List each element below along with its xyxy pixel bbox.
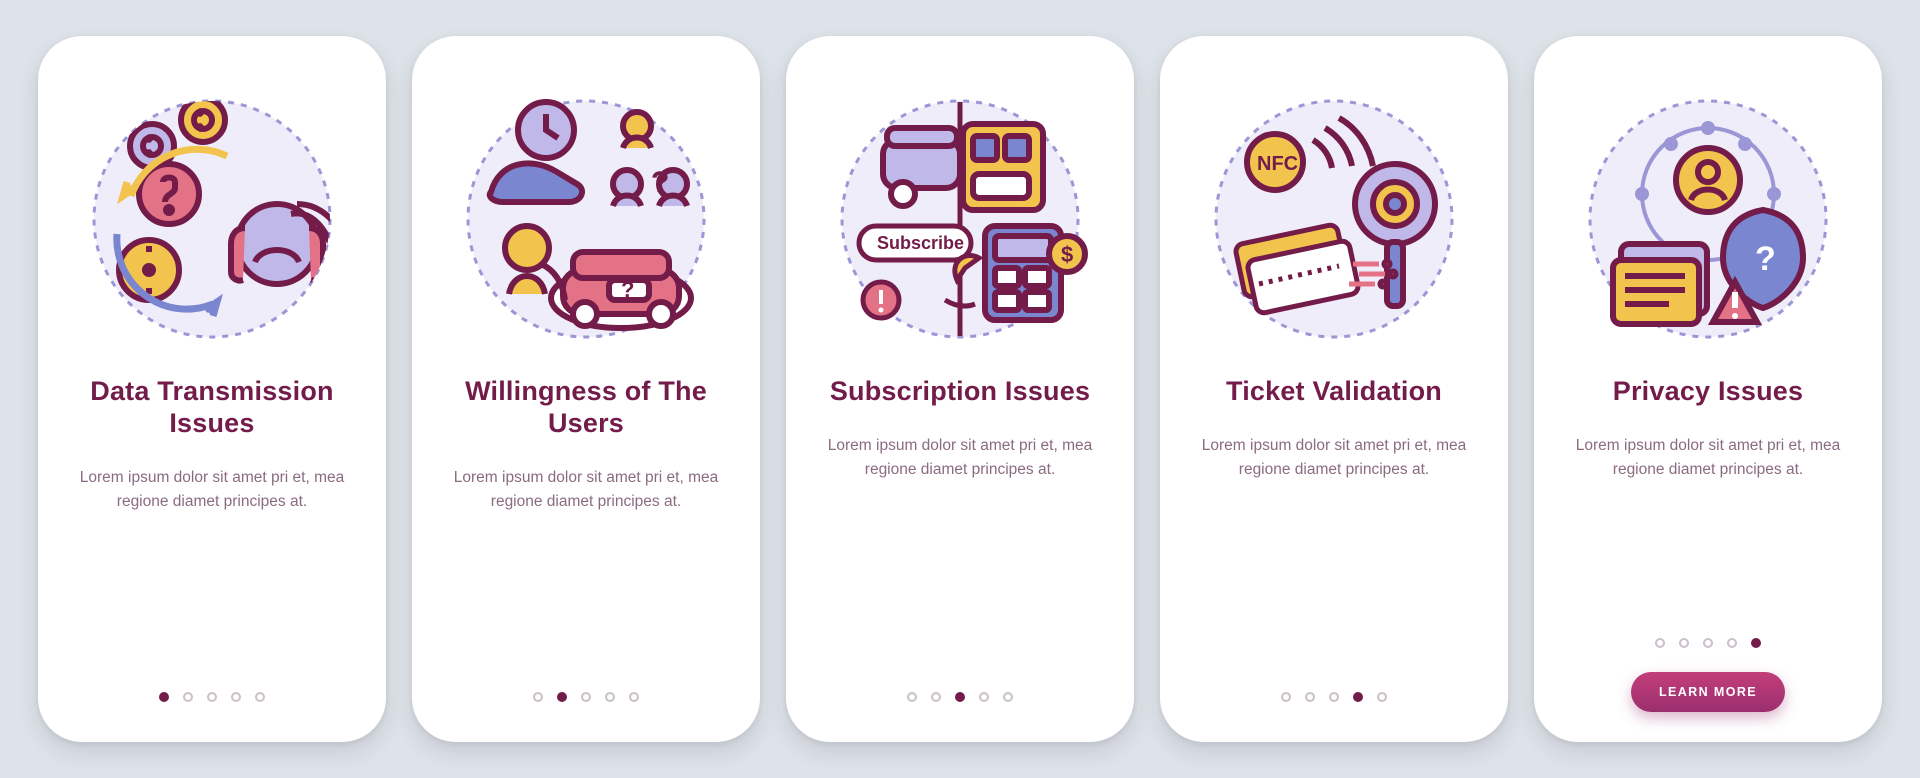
svg-text:?: ? bbox=[621, 277, 634, 302]
pager bbox=[907, 692, 1013, 712]
slide-body: Lorem ipsum dolor sit amet pri et, mea r… bbox=[446, 466, 726, 540]
pager-dot[interactable] bbox=[1679, 638, 1689, 648]
onboarding-card-3: Subscribe $ bbox=[786, 36, 1134, 742]
pager-dot[interactable] bbox=[1655, 638, 1665, 648]
pager bbox=[533, 692, 639, 712]
slide-body: Lorem ipsum dolor sit amet pri et, mea r… bbox=[72, 466, 352, 540]
pager-dot[interactable] bbox=[255, 692, 265, 702]
slide-title: Privacy Issues bbox=[1613, 376, 1803, 408]
illustration-user-willingness: ? ? bbox=[451, 84, 721, 354]
svg-text:?: ? bbox=[1755, 240, 1776, 278]
onboarding-card-5: ? Privacy Issues Lorem ipsum dolor sit a… bbox=[1534, 36, 1882, 742]
pager bbox=[1281, 692, 1387, 712]
pager-dot[interactable] bbox=[1377, 692, 1387, 702]
svg-text:$: $ bbox=[1061, 242, 1073, 267]
onboarding-row: Data Transmission Issues Lorem ipsum dol… bbox=[38, 36, 1882, 742]
slide-title: Ticket Validation bbox=[1226, 376, 1442, 408]
pager-dot[interactable] bbox=[1003, 692, 1013, 702]
pager-dot[interactable] bbox=[1281, 692, 1291, 702]
pager-dot[interactable] bbox=[979, 692, 989, 702]
slide-body: Lorem ipsum dolor sit amet pri et, mea r… bbox=[1568, 434, 1848, 508]
pager-dot[interactable] bbox=[605, 692, 615, 702]
pager-dot[interactable] bbox=[231, 692, 241, 702]
illustration-privacy: ? bbox=[1573, 84, 1843, 354]
onboarding-card-4: NFC bbox=[1160, 36, 1508, 742]
slide-body: Lorem ipsum dolor sit amet pri et, mea r… bbox=[820, 434, 1100, 508]
learn-more-button[interactable]: LEARN MORE bbox=[1631, 672, 1785, 712]
pager-dot[interactable] bbox=[955, 692, 965, 702]
slide-title: Data Transmission Issues bbox=[66, 376, 358, 440]
pager-dot[interactable] bbox=[1751, 638, 1761, 648]
pager-dot[interactable] bbox=[907, 692, 917, 702]
svg-text:?: ? bbox=[651, 166, 669, 199]
pager-dot[interactable] bbox=[159, 692, 169, 702]
pager-dot[interactable] bbox=[1305, 692, 1315, 702]
illustration-ticket-validation: NFC bbox=[1199, 84, 1469, 354]
svg-text:Subscribe: Subscribe bbox=[877, 233, 964, 253]
illustration-data-transmission bbox=[77, 84, 347, 354]
pager-dot[interactable] bbox=[1703, 638, 1713, 648]
pager-dot[interactable] bbox=[1727, 638, 1737, 648]
pager-dot[interactable] bbox=[207, 692, 217, 702]
slide-body: Lorem ipsum dolor sit amet pri et, mea r… bbox=[1194, 434, 1474, 508]
slide-title: Willingness of The Users bbox=[440, 376, 732, 440]
pager-dot[interactable] bbox=[533, 692, 543, 702]
pager-dot[interactable] bbox=[183, 692, 193, 702]
pager-dot[interactable] bbox=[931, 692, 941, 702]
pager-dot[interactable] bbox=[1353, 692, 1363, 702]
pager-dot[interactable] bbox=[557, 692, 567, 702]
pager bbox=[159, 692, 265, 712]
pager-dot[interactable] bbox=[581, 692, 591, 702]
slide-title: Subscription Issues bbox=[830, 376, 1090, 408]
illustration-subscription: Subscribe $ bbox=[825, 84, 1095, 354]
svg-text:NFC: NFC bbox=[1257, 153, 1298, 175]
onboarding-card-1: Data Transmission Issues Lorem ipsum dol… bbox=[38, 36, 386, 742]
pager bbox=[1655, 638, 1761, 658]
pager-dot[interactable] bbox=[629, 692, 639, 702]
pager-dot[interactable] bbox=[1329, 692, 1339, 702]
onboarding-card-2: ? ? Willingness of The Users Lorem ip bbox=[412, 36, 760, 742]
